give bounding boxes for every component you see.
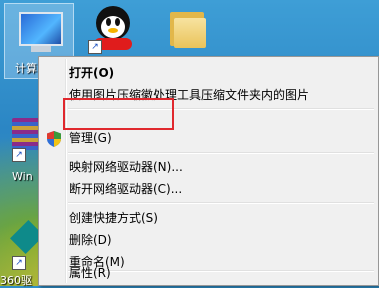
shortcut-arrow-icon: ↗ <box>88 40 102 54</box>
menu-item-open[interactable]: 打开(O) <box>69 62 114 84</box>
menu-separator <box>68 270 374 272</box>
menu-item-create-shortcut[interactable]: 创建快捷方式(S) <box>69 207 158 229</box>
qq-eye-left <box>106 18 111 26</box>
computer-icon-label: 计算 <box>15 62 37 75</box>
menu-item-properties[interactable]: 属性(R) <box>69 262 111 284</box>
annotation-highlight-box <box>63 98 174 130</box>
menu-item-disconnect-network-drive[interactable]: 断开网络驱动器(C)... <box>69 178 182 200</box>
uac-shield-icon <box>47 131 61 147</box>
shortcut-arrow-icon: ↗ <box>12 256 26 270</box>
qq-desktop-icon[interactable]: ↗ <box>86 6 138 56</box>
winrar-icon-label: Win <box>12 170 33 183</box>
folder-front <box>174 18 206 48</box>
qq-eye-right <box>115 18 120 26</box>
menu-item-manage[interactable]: 管理(G) <box>69 127 112 149</box>
qq-beak <box>108 28 118 33</box>
menu-item-map-network-drive[interactable]: 映射网络驱动器(N)... <box>69 156 183 178</box>
menu-separator <box>68 202 374 204</box>
shortcut-arrow-icon: ↗ <box>12 148 26 162</box>
menu-item-delete[interactable]: 删除(D) <box>69 229 112 251</box>
menu-separator <box>68 152 374 154</box>
qq-face <box>101 16 125 38</box>
computer-icon <box>19 12 63 46</box>
menu-icon-gutter <box>65 59 67 283</box>
monitor-stand <box>31 46 51 52</box>
folder-desktop-icon[interactable] <box>166 6 210 50</box>
context-menu: 打开(O) 使用图片压缩徽处理工具压缩文件夹内的图片 管理(G) 映射网络驱动器… <box>38 56 379 286</box>
